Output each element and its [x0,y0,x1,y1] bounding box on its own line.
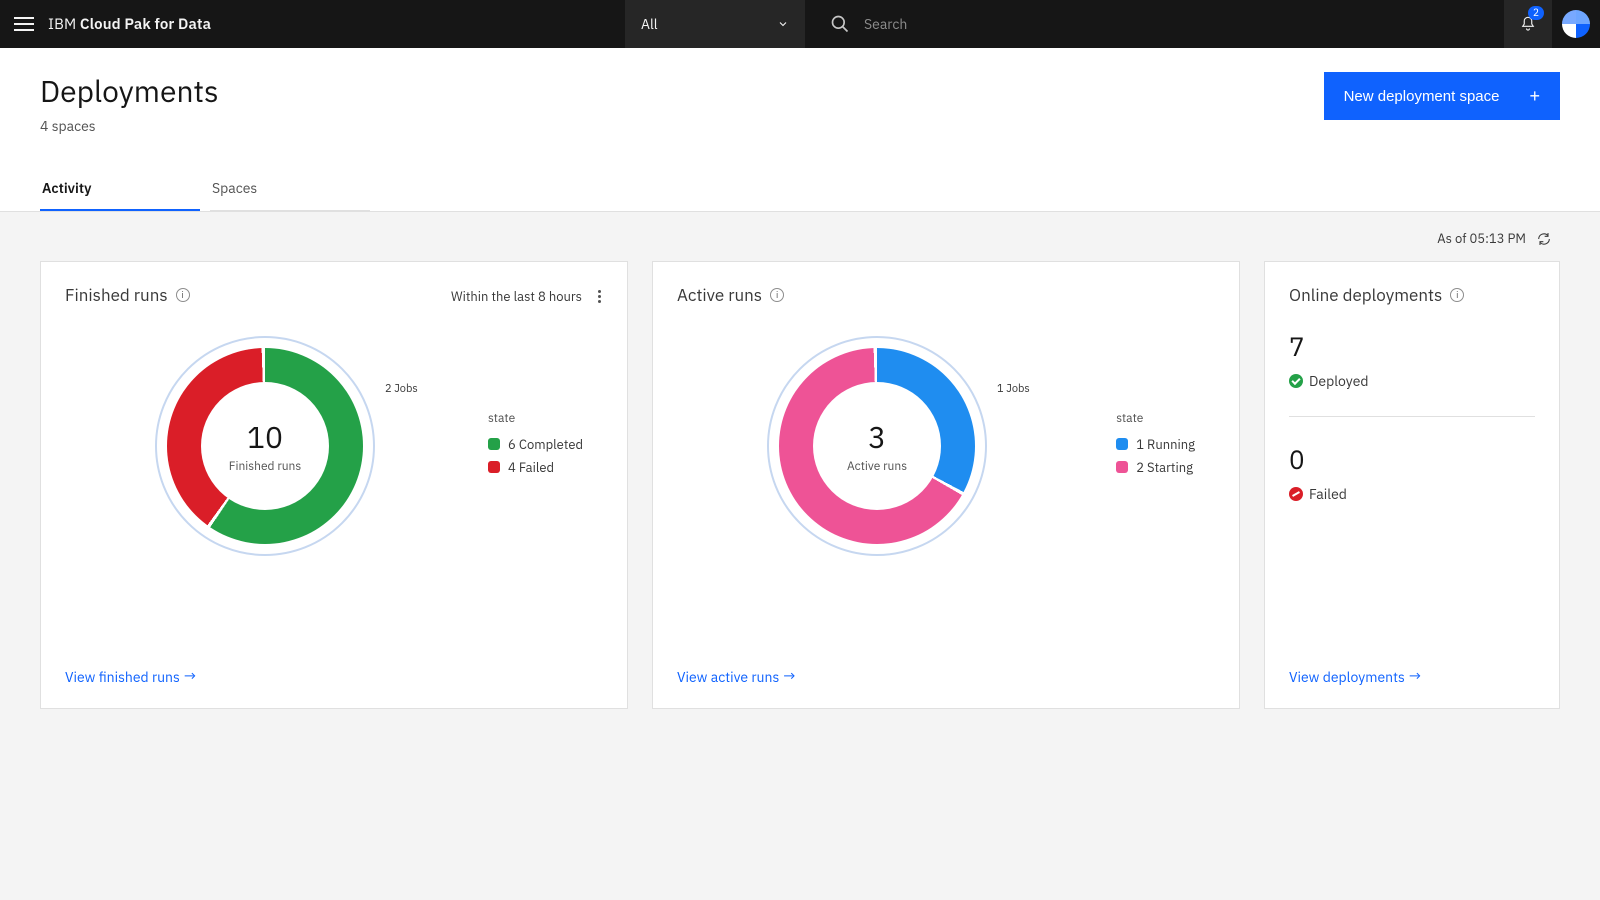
divider [1289,416,1535,417]
arrow-right-icon: → [1409,667,1421,686]
global-search[interactable]: Search [830,0,907,48]
legend-starting: 2 Starting [1136,459,1193,476]
chevron-down-icon [777,18,789,30]
tab-spaces[interactable]: Spaces [210,167,370,211]
failed-count: 0 [1289,443,1535,477]
arrow-right-icon: → [184,667,196,686]
menu-icon[interactable] [0,0,48,48]
error-circle-icon [1289,487,1303,501]
legend-running: 1 Running [1136,436,1195,453]
finished-runs-filter: Within the last 8 hours [451,288,582,305]
active-runs-title: Active runs [677,284,762,306]
scope-dropdown[interactable]: All [625,0,805,48]
arrow-right-icon: → [783,667,795,686]
finished-runs-value: 10 [247,418,283,457]
online-deployments-title: Online deployments [1289,284,1442,306]
check-circle-icon [1289,374,1303,388]
page-header: Deployments 4 spaces New deployment spac… [0,48,1600,212]
deployed-count: 7 [1289,330,1535,364]
deployed-label: Deployed [1309,372,1369,390]
refresh-icon[interactable] [1536,231,1552,247]
finished-runs-callout: 2 Jobs [385,382,418,396]
legend-header: state [1116,411,1195,426]
product-brand: IBM Cloud Pak for Data [48,15,211,34]
finished-runs-card: Finished runs i Within the last 8 hours … [40,261,628,709]
active-runs-value: 3 [868,418,886,457]
user-avatar[interactable] [1552,0,1600,48]
new-button-label: New deployment space [1344,88,1500,105]
tabs: Activity Spaces [40,167,1560,211]
notifications-button[interactable]: 2 [1504,0,1552,48]
legend-completed: 6 Completed [508,436,583,453]
view-deployments-link[interactable]: View deployments→ [1289,667,1421,686]
active-runs-legend: state 1 Running 2 Starting [1116,411,1195,482]
new-deployment-space-button[interactable]: New deployment space + [1324,72,1560,120]
scope-label: All [641,15,658,33]
brand-bold: Cloud Pak for Data [80,15,211,34]
legend-header: state [488,411,583,426]
active-runs-callout: 1 Jobs [997,382,1030,396]
search-placeholder: Search [864,15,907,33]
active-runs-label: Active runs [847,459,907,474]
page-body: As of 05:13 PM Finished runs i Within th… [0,212,1600,727]
active-runs-card: Active runs i 3 Active runs 1 Jobs state… [652,261,1240,709]
as-of-timestamp: As of 05:13 PM [1437,230,1526,247]
finished-runs-label: Finished runs [229,459,301,474]
tab-activity[interactable]: Activity [40,167,200,211]
legend-failed: 4 Failed [508,459,554,476]
brand-light: IBM [48,15,76,34]
active-runs-donut-chart: 3 Active runs [767,336,987,556]
finished-runs-title: Finished runs [65,284,168,306]
global-header: IBM Cloud Pak for Data All Search 2 [0,0,1600,48]
failed-label: Failed [1309,485,1347,503]
finished-runs-legend: state 6 Completed 4 Failed [488,411,583,482]
info-icon[interactable]: i [1450,288,1464,302]
overflow-menu-icon[interactable] [594,286,605,307]
notification-badge: 2 [1528,6,1544,20]
finished-runs-donut-chart: 10 Finished runs [155,336,375,556]
plus-icon: + [1529,86,1540,107]
online-deployments-card: Online deployments i 7 Deployed 0 Failed… [1264,261,1560,709]
view-finished-runs-link[interactable]: View finished runs→ [65,667,196,686]
info-icon[interactable]: i [770,288,784,302]
view-active-runs-link[interactable]: View active runs→ [677,667,796,686]
info-icon[interactable]: i [176,288,190,302]
search-icon [830,14,850,34]
